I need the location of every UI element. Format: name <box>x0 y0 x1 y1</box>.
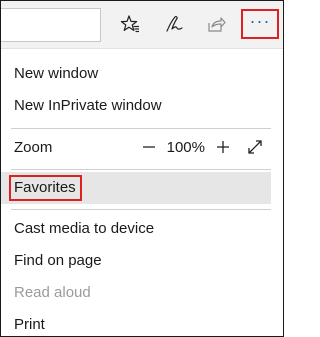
menu-item-new-inprivate-window[interactable]: New InPrivate window <box>1 89 271 121</box>
zoom-label: Zoom <box>14 138 53 156</box>
expand-icon <box>248 140 262 154</box>
plus-icon <box>217 141 229 153</box>
menu-item-favorites[interactable]: Favorites <box>1 172 271 204</box>
toolbar: ··· <box>1 1 283 49</box>
menu-item-label: Favorites <box>9 175 82 201</box>
menu-item-label: Print <box>14 315 45 333</box>
menu-item-zoom: Zoom 100% <box>1 131 271 163</box>
menu-item-label: New window <box>14 64 99 82</box>
menu-item-find-on-page[interactable]: Find on page <box>1 244 271 276</box>
zoom-in-button[interactable] <box>211 135 235 159</box>
pen-icon[interactable] <box>159 9 189 39</box>
favorites-star-icon[interactable] <box>115 9 145 39</box>
menu-item-label: New InPrivate window <box>14 96 162 114</box>
menu-item-print[interactable]: Print <box>1 308 271 336</box>
menu-divider <box>11 209 271 210</box>
menu-item-label: Read aloud <box>14 283 91 301</box>
menu-item-label: Find on page <box>14 251 102 269</box>
menu-item-label: Cast media to device <box>14 219 155 237</box>
menu-scrollbar[interactable] <box>273 49 283 336</box>
zoom-out-button[interactable] <box>137 135 161 159</box>
more-icon: ··· <box>249 11 271 31</box>
zoom-controls: 100% <box>137 131 267 163</box>
fullscreen-button[interactable] <box>243 135 267 159</box>
browser-window: ··· New window New InPrivate window Zoom… <box>0 0 284 337</box>
minus-icon <box>142 146 155 148</box>
menu-divider <box>11 169 271 170</box>
menu-divider <box>11 128 271 129</box>
more-button[interactable]: ··· <box>241 9 279 39</box>
zoom-value: 100% <box>166 138 205 156</box>
menu-item-cast-media[interactable]: Cast media to device <box>1 212 271 244</box>
address-bar[interactable] <box>1 8 101 42</box>
menu-item-read-aloud: Read aloud <box>1 276 271 308</box>
menu-item-new-window[interactable]: New window <box>1 57 271 89</box>
share-icon[interactable] <box>201 9 231 39</box>
